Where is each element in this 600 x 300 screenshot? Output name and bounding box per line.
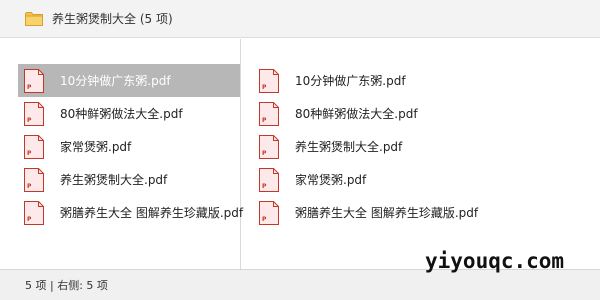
title-bar: 养生粥煲制大全 (5 项) xyxy=(0,0,600,38)
svg-text:P: P xyxy=(262,150,267,157)
list-item[interactable]: P 家常煲粥.pdf xyxy=(253,163,553,196)
svg-text:P: P xyxy=(262,117,267,124)
svg-text:P: P xyxy=(27,183,32,190)
file-name: 10分钟做广东粥.pdf xyxy=(295,74,406,88)
pdf-file-icon: P xyxy=(259,101,279,126)
list-item[interactable]: P 家常煲粥.pdf xyxy=(18,130,240,163)
pdf-file-icon: P xyxy=(24,167,44,192)
list-item[interactable]: P 养生粥煲制大全.pdf xyxy=(253,130,553,163)
svg-text:P: P xyxy=(262,183,267,190)
list-item[interactable]: P 80种鲜粥做法大全.pdf xyxy=(18,97,240,130)
list-item[interactable]: P 10分钟做广东粥.pdf xyxy=(253,64,553,97)
pdf-file-icon: P xyxy=(24,68,44,93)
pdf-file-icon: P xyxy=(24,200,44,225)
list-item[interactable]: P 80种鲜粥做法大全.pdf xyxy=(253,97,553,130)
pdf-file-icon: P xyxy=(259,134,279,159)
svg-text:P: P xyxy=(262,216,267,223)
file-panes: P 10分钟做广东粥.pdf P 80种鲜粥做法大全.pdf P 家常煲粥.pd… xyxy=(0,39,600,269)
window-title: 养生粥煲制大全 (5 项) xyxy=(52,12,173,26)
status-text: 5 项 | 右侧: 5 项 xyxy=(25,279,108,292)
right-file-list: P 10分钟做广东粥.pdf P 80种鲜粥做法大全.pdf P 养生粥煲制大全… xyxy=(253,64,553,229)
left-pane: P 10分钟做广东粥.pdf P 80种鲜粥做法大全.pdf P 家常煲粥.pd… xyxy=(0,39,244,269)
file-name: 粥膳养生大全 图解养生珍藏版.pdf xyxy=(60,206,244,220)
list-item[interactable]: P 10分钟做广东粥.pdf xyxy=(18,64,240,97)
pdf-file-icon: P xyxy=(259,167,279,192)
pdf-file-icon: P xyxy=(259,68,279,93)
right-pane: P 10分钟做广东粥.pdf P 80种鲜粥做法大全.pdf P 养生粥煲制大全… xyxy=(242,39,600,269)
file-name: 家常煲粥.pdf xyxy=(295,173,367,187)
file-name: 养生粥煲制大全.pdf xyxy=(60,173,168,187)
svg-text:P: P xyxy=(262,84,267,91)
pdf-file-icon: P xyxy=(259,200,279,225)
list-item[interactable]: P 粥膳养生大全 图解养生珍藏版.pdf xyxy=(18,196,244,229)
watermark: yiyouqc.com xyxy=(425,249,565,273)
file-name: 粥膳养生大全 图解养生珍藏版.pdf xyxy=(295,206,479,220)
file-name: 80种鲜粥做法大全.pdf xyxy=(60,107,183,121)
svg-text:P: P xyxy=(27,216,32,223)
left-file-list: P 10分钟做广东粥.pdf P 80种鲜粥做法大全.pdf P 家常煲粥.pd… xyxy=(18,64,244,229)
file-name: 80种鲜粥做法大全.pdf xyxy=(295,107,418,121)
pdf-file-icon: P xyxy=(24,101,44,126)
svg-text:P: P xyxy=(27,150,32,157)
svg-text:P: P xyxy=(27,84,32,91)
pdf-file-icon: P xyxy=(24,134,44,159)
svg-text:P: P xyxy=(27,117,32,124)
list-item[interactable]: P 粥膳养生大全 图解养生珍藏版.pdf xyxy=(253,196,553,229)
list-item[interactable]: P 养生粥煲制大全.pdf xyxy=(18,163,240,196)
folder-icon xyxy=(25,11,43,26)
status-bar: 5 项 | 右侧: 5 项 xyxy=(0,269,600,300)
file-name: 养生粥煲制大全.pdf xyxy=(295,140,403,154)
file-name: 10分钟做广东粥.pdf xyxy=(60,74,171,88)
file-name: 家常煲粥.pdf xyxy=(60,140,132,154)
